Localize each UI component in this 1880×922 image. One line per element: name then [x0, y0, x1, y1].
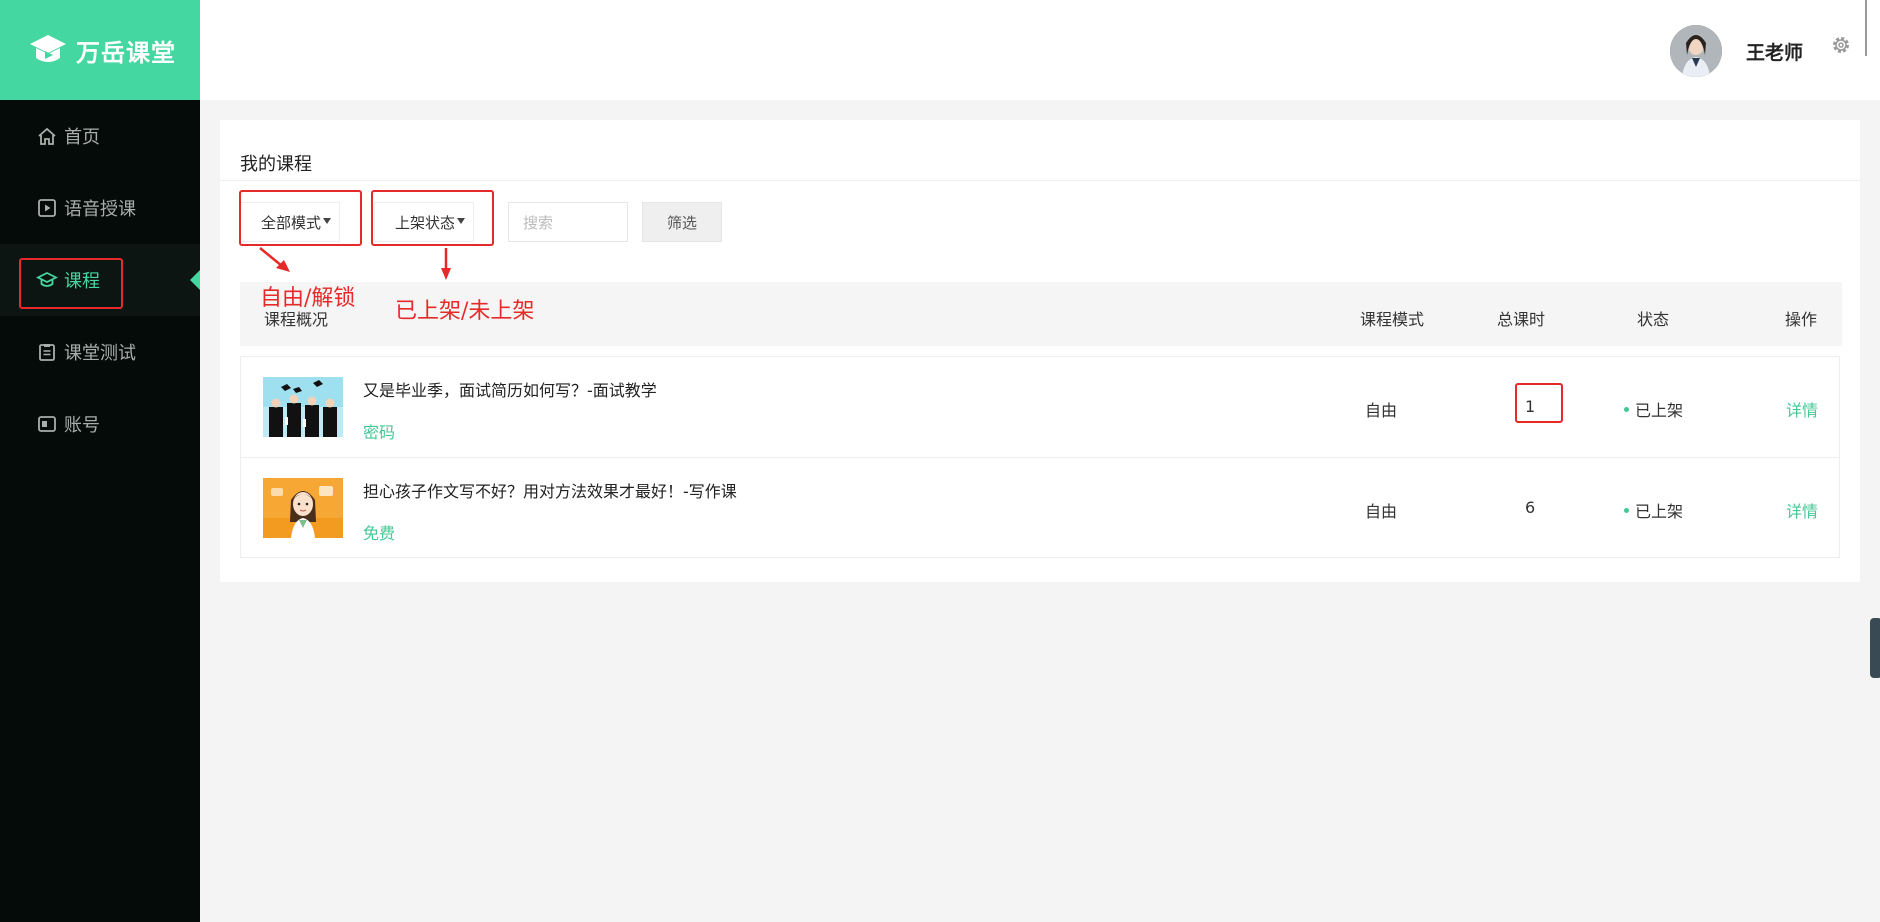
course-thumbnail [263, 377, 343, 437]
header-hours: 总课时 [1497, 310, 1546, 329]
annotation-box-detail [1515, 383, 1563, 423]
course-mode: 自由 [1365, 401, 1398, 420]
status-dot-icon [1624, 508, 1629, 513]
clipboard-icon [36, 341, 58, 363]
home-icon [36, 125, 58, 147]
sidebar-item-label: 首页 [64, 127, 100, 148]
sidebar-item-voice-lesson[interactable]: 语音授课 [0, 172, 200, 244]
header-edge-divider [1865, 0, 1867, 56]
header-mode: 课程模式 [1360, 310, 1425, 329]
table-row[interactable]: 担心孩子作文写不好？用对方法效果才最好！-写作课 免费 自由 6 已上架 详情 [241, 457, 1839, 558]
annotation-status-note: 已上架/未上架 [395, 299, 535, 324]
course-tag: 密码 [363, 423, 396, 442]
table-row[interactable]: 又是毕业季，面试简历如何写？-面试教学 密码 自由 1 已上架 详情 [241, 357, 1839, 457]
user-name[interactable]: 王老师 [1746, 38, 1803, 65]
course-status: 已上架 [1624, 397, 1683, 421]
gear-icon[interactable] [1830, 34, 1852, 56]
header-status: 状态 [1637, 310, 1670, 329]
avatar[interactable] [1670, 25, 1722, 77]
detail-link[interactable]: 详情 [1786, 498, 1818, 522]
id-card-icon [36, 413, 58, 435]
status-dot-icon [1624, 407, 1629, 412]
course-card: 我的课程 全部模式 上架状态 搜索 筛选 课程概况 课程模式 总课时 状态 操作… [220, 120, 1860, 582]
sidebar: 万岳课堂 首页 语音授课 课程 课堂测试 账号 [0, 0, 200, 922]
course-title[interactable]: 又是毕业季，面试简历如何写？-面试教学 [363, 377, 657, 401]
logo-text: 万岳课堂 [76, 38, 176, 67]
annotation-box-courses [19, 258, 123, 309]
sidebar-item-class-test[interactable]: 课堂测试 [0, 316, 200, 388]
detail-link[interactable]: 详情 [1786, 397, 1818, 421]
logo-icon [30, 35, 66, 62]
filter-button[interactable]: 筛选 [642, 202, 722, 242]
logo[interactable]: 万岳课堂 [0, 0, 200, 100]
course-status-label: 已上架 [1635, 401, 1684, 420]
play-square-icon [36, 197, 58, 219]
sidebar-item-label: 账号 [64, 415, 100, 436]
course-tag: 免费 [363, 524, 396, 543]
course-mode: 自由 [1365, 502, 1398, 521]
header-action: 操作 [1785, 310, 1818, 329]
course-status: 已上架 [1624, 498, 1683, 522]
floating-side-handle[interactable] [1870, 618, 1880, 678]
course-thumbnail [263, 478, 343, 538]
sidebar-item-account[interactable]: 账号 [0, 388, 200, 460]
course-status-label: 已上架 [1635, 502, 1684, 521]
annotation-mode-note: 自由/解锁 [260, 286, 356, 311]
sidebar-item-label: 语音授课 [64, 199, 136, 220]
top-header: 王老师 [200, 0, 1880, 100]
course-hours: 6 [1525, 498, 1536, 517]
course-table-body: 又是毕业季，面试简历如何写？-面试教学 密码 自由 1 已上架 详情 担心孩子作… [240, 356, 1840, 558]
sidebar-item-label: 课堂测试 [64, 343, 136, 364]
sidebar-item-home[interactable]: 首页 [0, 100, 200, 172]
course-title[interactable]: 担心孩子作文写不好？用对方法效果才最好！-写作课 [363, 478, 737, 502]
